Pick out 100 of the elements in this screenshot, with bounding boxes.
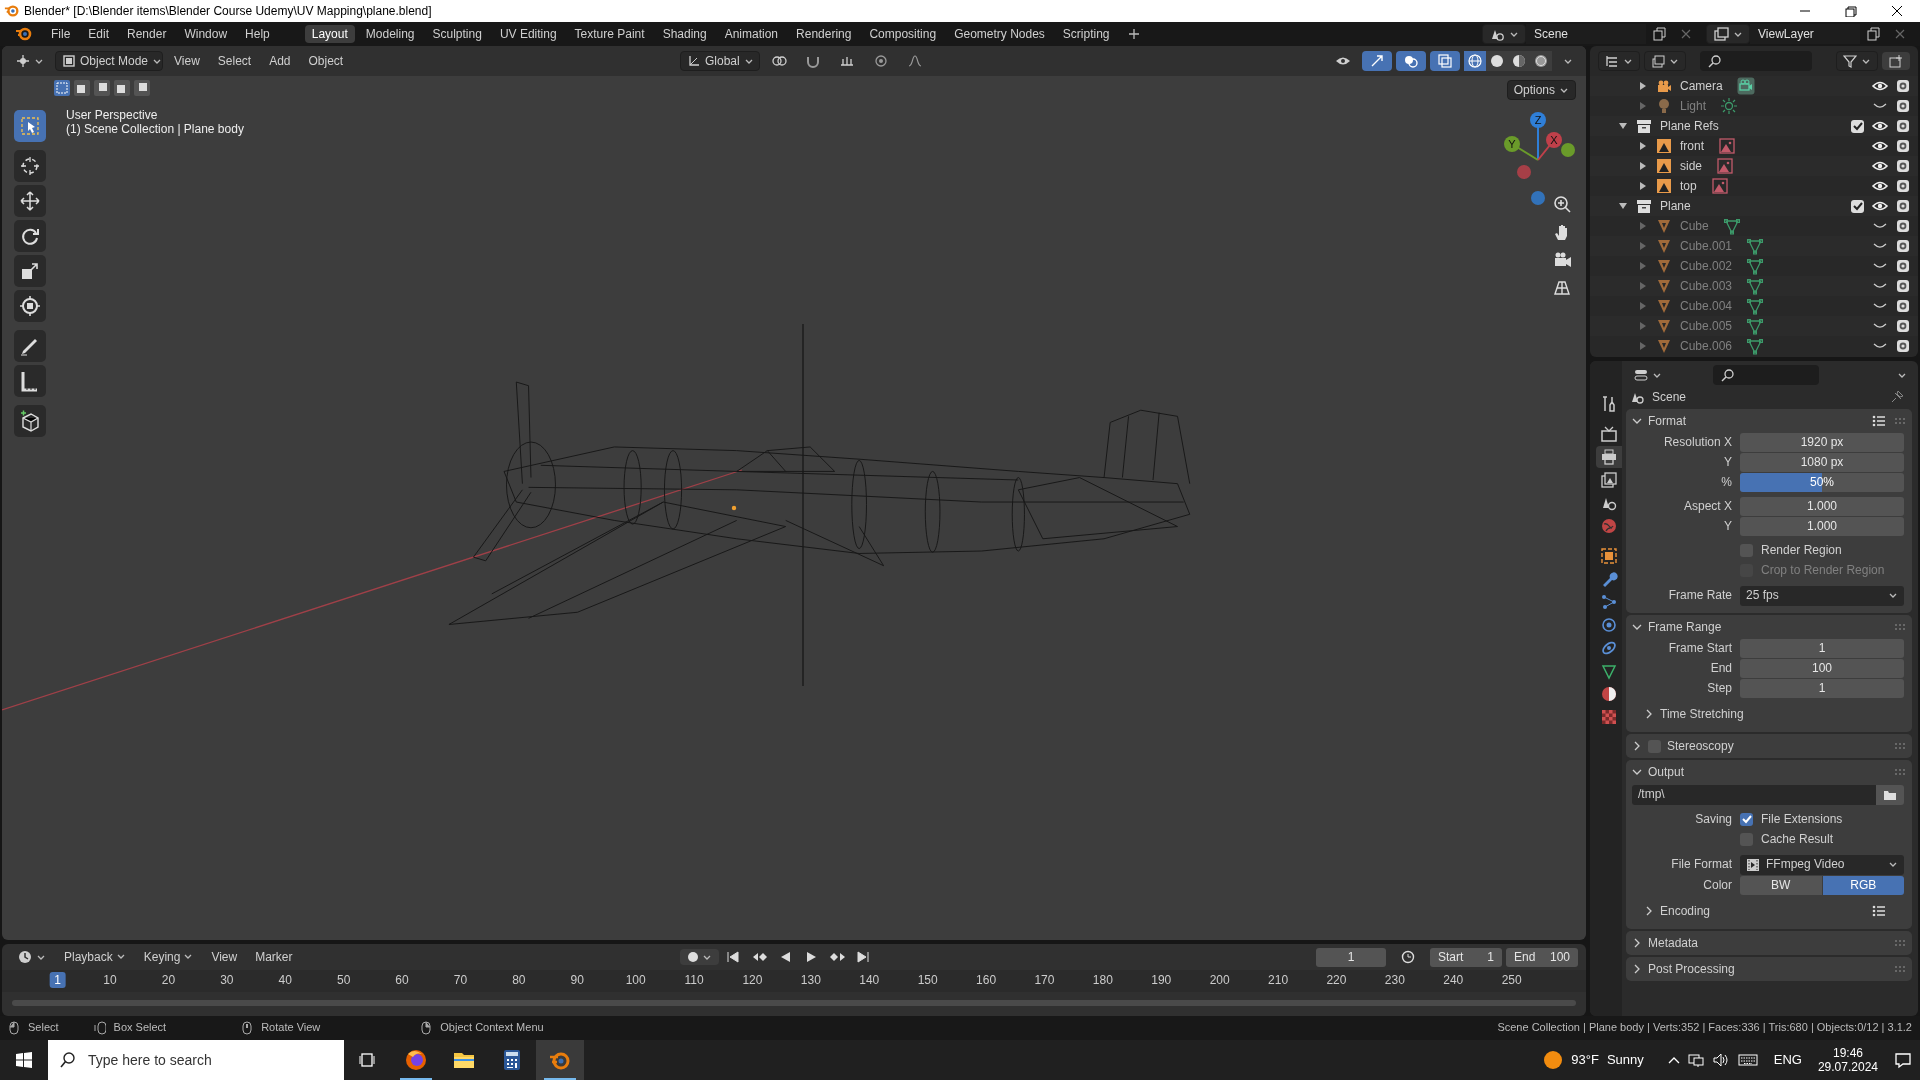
panel-title[interactable]: Format [1648, 413, 1686, 429]
search-bar[interactable]: Type here to search [48, 1040, 344, 1080]
number-field[interactable]: 1 [1740, 639, 1904, 658]
menu-item[interactable]: Render [120, 24, 174, 44]
workspace-tab[interactable]: Modeling [358, 24, 422, 44]
frame-number: 90 [570, 973, 584, 988]
scene-name-field[interactable]: Scene [1526, 24, 1646, 44]
status-hint: Rotate View [261, 1021, 321, 1035]
outliner-item-label[interactable]: Camera [1680, 78, 1723, 94]
checkbox-label: Crop to Render Region [1761, 563, 1885, 578]
view-layer-name-field[interactable]: ViewLayer [1750, 24, 1860, 44]
weather-temperature[interactable]: 93°F [1571, 1052, 1599, 1068]
menu-item[interactable]: Keying [136, 947, 201, 967]
outliner-item-label[interactable]: side [1680, 158, 1702, 174]
panel-title[interactable]: Output [1648, 764, 1685, 780]
workspace-tab[interactable]: Animation [717, 24, 786, 44]
toggle-button[interactable]: BW [1740, 876, 1822, 895]
navigation-gizmo[interactable]: Z Y X [1496, 108, 1586, 208]
slider-field[interactable]: 50% [1740, 473, 1904, 492]
number-field[interactable]: 100 [1740, 659, 1904, 678]
frame-number: 180 [1092, 973, 1113, 988]
options-dropdown[interactable]: Options [1506, 80, 1576, 100]
outliner-item-label[interactable]: Plane [1660, 198, 1691, 214]
workspace-tab[interactable]: Scripting [1055, 24, 1117, 44]
menu-item[interactable]: Edit [81, 24, 117, 44]
outliner-item-label[interactable]: Light [1680, 98, 1707, 114]
window-title: Blender* [D:\Blender items\Blender Course Udemy\UV Mapping\plane.blend] [24, 3, 432, 19]
path-field[interactable]: /tmp\ [1632, 784, 1876, 805]
subpanel-title[interactable]: Encoding [1660, 903, 1711, 919]
field-label: Step [1707, 681, 1732, 696]
menu-item[interactable]: View [167, 51, 207, 71]
subpanel-title[interactable]: Time Stretching [1660, 706, 1744, 722]
frame-number: 170 [1034, 973, 1055, 988]
number-field[interactable]: 1.000 [1740, 497, 1904, 516]
workspace-tab[interactable]: Geometry Nodes [947, 24, 1052, 44]
menu-item[interactable]: Object [301, 51, 351, 71]
dropdown[interactable]: 25 fps [1740, 585, 1904, 606]
field-label: Saving [1695, 812, 1732, 827]
workspace-tab[interactable]: Sculpting [425, 24, 489, 44]
workspace-tab[interactable]: UV Editing [492, 24, 564, 44]
frame-number: 230 [1384, 973, 1405, 988]
menu-item[interactable]: Marker [248, 947, 300, 967]
end-frame-field[interactable]: End 100 [1506, 947, 1578, 967]
number-field[interactable]: 1.000 [1740, 517, 1904, 536]
outliner-item-label[interactable]: Cube.004 [1680, 298, 1733, 314]
workspace-tab[interactable]: Shading [655, 24, 714, 44]
viewport-info-text: User Perspective [66, 108, 159, 123]
toggle-button[interactable]: RGB [1822, 876, 1904, 895]
workspace-tab[interactable]: Texture Paint [567, 24, 652, 44]
menu-item[interactable]: Add [262, 51, 298, 71]
status-hint: Box Select [113, 1021, 167, 1035]
outliner-item-label[interactable]: top [1680, 178, 1697, 194]
menu-item[interactable]: Help [238, 24, 277, 44]
frame-number: 10 [103, 973, 117, 988]
clock-date[interactable]: 29.07.2024 [1817, 1060, 1878, 1075]
outliner-item-label[interactable]: Cube.002 [1680, 258, 1733, 274]
current-frame-indicator[interactable]: 1 [49, 972, 66, 989]
outliner-item-label[interactable]: Cube.003 [1680, 278, 1733, 294]
panel-title[interactable]: Frame Range [1648, 619, 1722, 635]
panel-title[interactable]: Stereoscopy [1667, 738, 1734, 754]
outliner-item-label[interactable]: Cube [1680, 218, 1709, 234]
number-field[interactable]: 1920 px [1740, 433, 1904, 452]
menu-item[interactable]: View [204, 947, 245, 967]
frame-number: 150 [917, 973, 938, 988]
checkbox-label: File Extensions [1761, 812, 1843, 827]
field-label: File Format [1671, 857, 1732, 872]
language-indicator[interactable]: ENG [1773, 1052, 1802, 1068]
current-frame-field[interactable]: 1 [1316, 947, 1386, 967]
outliner-item-label[interactable]: Cube.001 [1680, 238, 1733, 254]
workspace-tab[interactable]: Compositing [862, 24, 944, 44]
frame-number: 130 [800, 973, 821, 988]
workspace-tab[interactable]: Layout [304, 24, 355, 44]
number-field[interactable]: 1 [1740, 679, 1904, 698]
outliner-item-label[interactable]: Cube.006 [1680, 338, 1733, 354]
start-frame-field[interactable]: Start 1 [1430, 947, 1502, 967]
frame-number: 220 [1326, 973, 1347, 988]
dropdown[interactable]: FFmpeg Video [1740, 854, 1904, 875]
menu-item[interactable]: Playback [57, 947, 133, 967]
outliner-item-label[interactable]: Plane Refs [1660, 118, 1719, 134]
frame-number: 50 [337, 973, 351, 988]
number-field[interactable]: 1080 px [1740, 453, 1904, 472]
frame-number: 110 [684, 973, 704, 988]
clock-time[interactable]: 19:46 [1832, 1045, 1863, 1060]
outliner-item-label[interactable]: front [1680, 138, 1704, 154]
field-label: Y [1724, 455, 1732, 470]
orientation-dropdown[interactable]: Global [680, 51, 760, 71]
outliner-item-label[interactable]: Cube.005 [1680, 318, 1733, 334]
frame-number: 70 [453, 973, 468, 988]
frame-number: 240 [1443, 973, 1464, 988]
menu-item[interactable]: Window [177, 24, 235, 44]
frame-number: 160 [976, 973, 997, 988]
field-label: Aspect X [1683, 499, 1732, 514]
search-field[interactable]: Type here to search [86, 1050, 316, 1070]
panel-title[interactable]: Metadata [1648, 935, 1699, 951]
menu-item[interactable]: Select [210, 51, 259, 71]
weather-condition[interactable]: Sunny [1606, 1052, 1644, 1068]
mode-dropdown[interactable]: Object Mode [55, 51, 163, 71]
frame-number: 40 [278, 973, 292, 988]
menu-item[interactable]: File [44, 24, 78, 44]
workspace-tab[interactable]: Rendering [789, 24, 859, 44]
